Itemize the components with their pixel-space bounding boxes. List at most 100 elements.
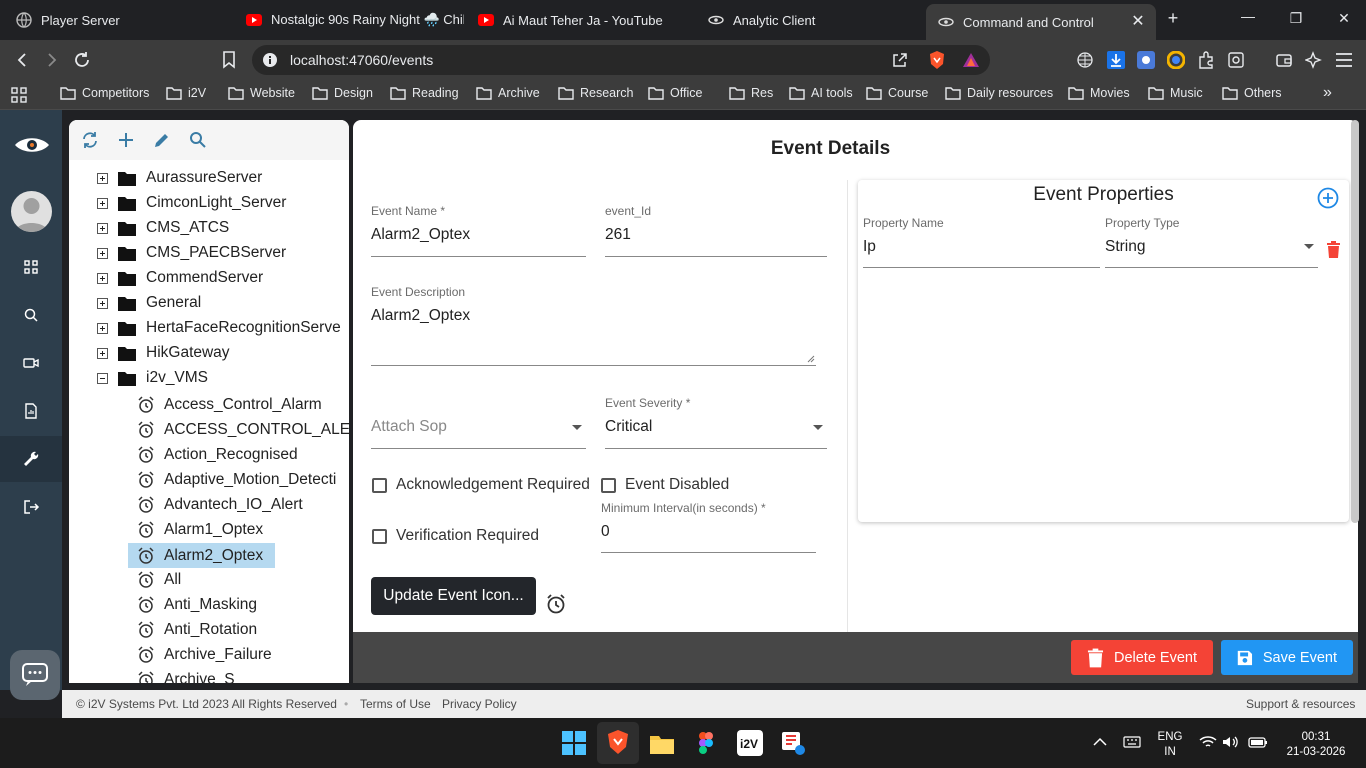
tab-command-control[interactable]: Command and Control ✕ <box>926 4 1156 40</box>
event-id-value[interactable]: 261 <box>605 224 827 254</box>
delete-event-button[interactable]: Delete Event <box>1071 640 1213 675</box>
download-icon[interactable] <box>1107 51 1125 69</box>
search-icon[interactable] <box>21 305 41 325</box>
tree-event-node[interactable]: All <box>137 568 181 592</box>
address-bar[interactable]: localhost:47060/events <box>252 45 990 75</box>
expand-icon[interactable] <box>97 197 108 209</box>
checkbox-box[interactable] <box>601 477 616 493</box>
restore-icon[interactable]: ❐ <box>1286 10 1306 27</box>
terms-link[interactable]: Terms of Use <box>360 697 431 711</box>
report-icon[interactable] <box>21 401 41 421</box>
bookmark-folder[interactable]: Res <box>729 86 773 100</box>
minimize-icon[interactable]: — <box>1238 8 1258 24</box>
menu-icon[interactable] <box>1335 52 1353 68</box>
bookmark-folder[interactable]: Design <box>312 86 373 100</box>
extension-blue-icon[interactable] <box>1137 51 1155 69</box>
language-indicator[interactable]: ENG IN <box>1155 730 1185 760</box>
tree-server-node[interactable]: AurassureServer <box>97 166 262 190</box>
clock[interactable]: 00:31 21-03-2026 <box>1282 730 1350 760</box>
figma-icon[interactable] <box>693 730 719 756</box>
bookmark-folder[interactable]: Movies <box>1068 86 1130 100</box>
property-name-field[interactable]: Property Name Ip <box>863 216 1100 268</box>
event-name-field[interactable]: Event Name * Alarm2_Optex <box>371 204 586 257</box>
page-scrollbar[interactable] <box>1351 120 1359 523</box>
bookmark-folder[interactable]: Course <box>866 86 928 100</box>
share-icon[interactable] <box>892 52 908 68</box>
new-tab-button[interactable]: + <box>1163 8 1183 29</box>
brave-shields-icon[interactable] <box>928 50 946 70</box>
support-link[interactable]: Support & resources <box>1246 697 1355 711</box>
save-event-button[interactable]: Save Event <box>1221 640 1353 675</box>
translate-icon[interactable] <box>1077 52 1093 68</box>
keyboard-icon[interactable] <box>1123 736 1141 748</box>
more-bookmarks-icon[interactable]: » <box>1323 84 1332 102</box>
bookmark-folder[interactable]: Music <box>1148 86 1203 100</box>
tree-event-node[interactable]: Adaptive_Motion_Detecti <box>137 468 336 492</box>
extensions-puzzle-icon[interactable] <box>1197 51 1215 69</box>
bookmark-folder[interactable]: Archive <box>476 86 540 100</box>
privacy-link[interactable]: Privacy Policy <box>442 697 517 711</box>
checkbox-box[interactable] <box>372 477 387 493</box>
search-icon[interactable] <box>189 131 207 149</box>
expand-icon[interactable] <box>97 297 108 309</box>
tree-server-node[interactable]: CMS_PAECBServer <box>97 241 286 265</box>
expand-icon[interactable] <box>97 272 108 284</box>
property-name-value[interactable]: Ip <box>863 236 1100 266</box>
tray-chevron-icon[interactable] <box>1093 737 1107 747</box>
dashboard-icon[interactable] <box>21 257 41 277</box>
bookmark-folder[interactable]: i2V <box>166 86 206 100</box>
bookmark-folder[interactable]: Daily resources <box>945 86 1053 100</box>
refresh-icon[interactable] <box>81 131 99 149</box>
tree-server-node[interactable]: HikGateway <box>97 341 230 365</box>
tree-event-node[interactable]: Archive_S <box>137 668 235 683</box>
tree-server-node[interactable]: CommendServer <box>97 266 263 290</box>
close-tab-icon[interactable]: ✕ <box>1130 14 1146 30</box>
checkbox-box[interactable] <box>372 528 387 544</box>
bookmark-folder[interactable]: Reading <box>390 86 459 100</box>
tab-player-server[interactable]: Player Server <box>4 4 230 36</box>
leo-ai-icon[interactable] <box>1305 51 1323 69</box>
tree-event-node[interactable]: Anti_Masking <box>137 593 257 617</box>
property-type-select[interactable]: Property Type String <box>1105 216 1318 268</box>
tab-youtube-rainy[interactable]: Nostalgic 90s Rainy Night 🌧️ Chil <box>234 4 464 36</box>
update-event-icon-button[interactable]: Update Event Icon... <box>371 577 536 615</box>
bookmark-folder[interactable]: Competitors <box>60 86 149 100</box>
delete-property-icon[interactable] <box>1326 241 1341 258</box>
bookmark-folder[interactable]: Others <box>1222 86 1282 100</box>
bookmark-icon[interactable] <box>222 51 236 69</box>
tab-youtube-song[interactable]: Ai Maut Teher Ja - YouTube <box>466 4 690 36</box>
bookmark-folder[interactable]: Research <box>558 86 634 100</box>
site-info-icon[interactable] <box>262 52 278 68</box>
sidebar-item-settings[interactable] <box>0 436 62 482</box>
acknowledgement-checkbox[interactable]: Acknowledgement Required <box>372 476 590 494</box>
edit-icon[interactable] <box>153 131 171 149</box>
expand-icon[interactable] <box>97 172 108 184</box>
taskbar-brave-active[interactable] <box>597 722 639 764</box>
expand-icon[interactable] <box>97 322 108 334</box>
window-close-icon[interactable]: ✕ <box>1334 10 1354 27</box>
wifi-icon[interactable] <box>1199 735 1217 749</box>
tree-server-node[interactable]: CMS_ATCS <box>97 216 229 240</box>
apps-grid-icon[interactable] <box>11 87 27 103</box>
verification-checkbox[interactable]: Verification Required <box>372 527 539 545</box>
add-property-icon[interactable] <box>1317 187 1339 209</box>
tree-event-node[interactable]: ACCESS_CONTROL_ALEF <box>137 418 349 442</box>
expand-icon[interactable] <box>97 347 108 359</box>
forward-icon[interactable] <box>44 52 60 68</box>
file-explorer-icon[interactable] <box>649 730 675 756</box>
expand-icon[interactable] <box>97 222 108 234</box>
bookmark-folder[interactable]: AI tools <box>789 86 853 100</box>
event-severity-select[interactable]: Event Severity * Critical <box>605 396 827 449</box>
attach-sop-select[interactable]: Attach Sop <box>371 402 586 449</box>
tree-event-node[interactable]: Alarm2_Optex <box>128 543 276 568</box>
back-icon[interactable] <box>14 52 30 68</box>
event-name-value[interactable]: Alarm2_Optex <box>371 224 586 254</box>
tree-server-node[interactable]: CimconLight_Server <box>97 191 286 215</box>
extension-color-icon[interactable] <box>1167 51 1185 69</box>
event-id-field[interactable]: event_Id 261 <box>605 204 827 257</box>
brave-rewards-icon[interactable] <box>962 51 980 69</box>
wallet-icon[interactable] <box>1275 51 1293 69</box>
video-icon[interactable] <box>21 353 41 373</box>
logout-icon[interactable] <box>21 497 41 517</box>
tree-event-node[interactable]: Anti_Rotation <box>137 618 257 642</box>
